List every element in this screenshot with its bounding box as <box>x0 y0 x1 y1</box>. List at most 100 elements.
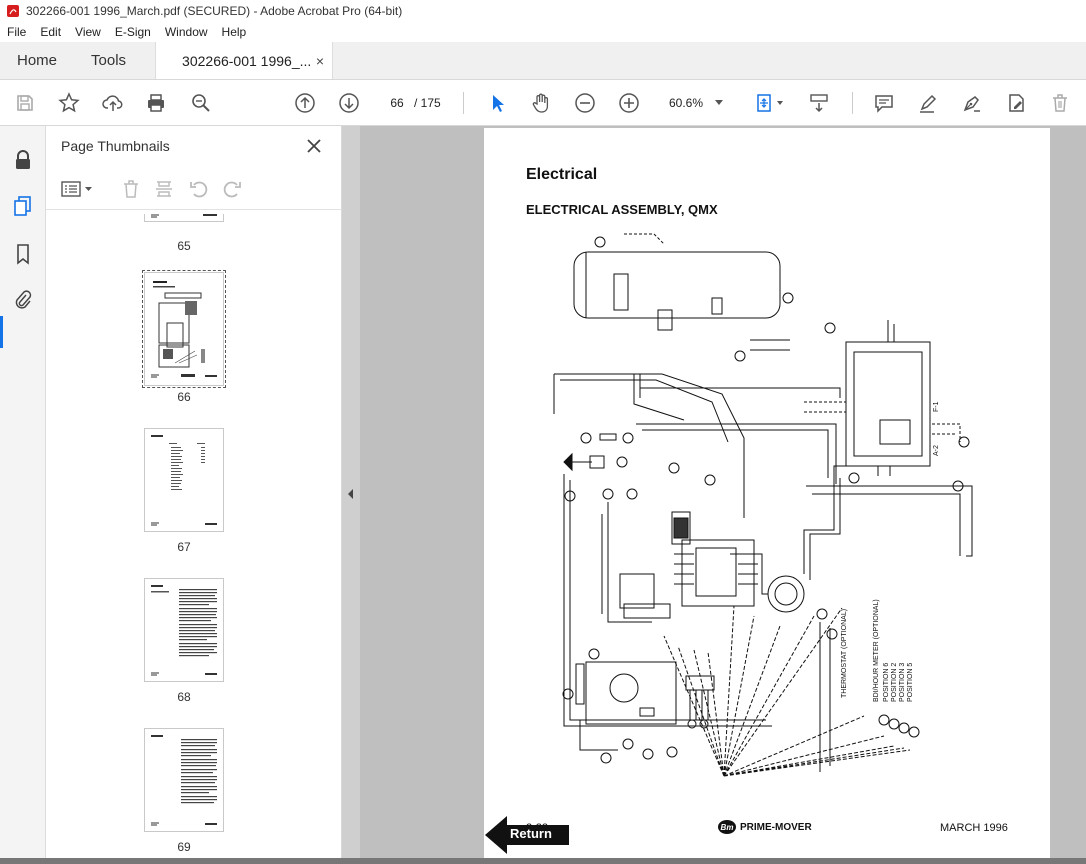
pen-highlight-icon <box>920 94 937 113</box>
print-button[interactable] <box>144 91 168 115</box>
hand-icon <box>532 93 549 113</box>
thumbnail-preview <box>151 214 217 218</box>
menu-window[interactable]: Window <box>158 25 215 39</box>
diagram-label-position: POSITION 5 <box>907 663 914 702</box>
thumbnail-preview <box>151 585 217 676</box>
zoom-in-button[interactable] <box>617 91 641 115</box>
active-rail-indicator <box>0 316 3 348</box>
previous-page-button[interactable] <box>293 91 317 115</box>
main-toolbar: 66 / 175 60.6% <box>0 80 1086 126</box>
zoom-search-icon <box>192 94 210 112</box>
zoom-level-value: 60.6% <box>669 96 704 110</box>
delete-button[interactable] <box>1048 91 1072 115</box>
tab-home[interactable]: Home <box>0 42 74 79</box>
tab-tools[interactable]: Tools <box>74 42 143 79</box>
close-icon <box>307 139 321 153</box>
thumbnail-options-button[interactable] <box>60 178 96 200</box>
next-page-button[interactable] <box>337 91 361 115</box>
cursor-arrow-icon <box>493 95 504 112</box>
scroll-down-icon <box>810 94 828 113</box>
extract-pages-icon <box>156 181 172 197</box>
thumbnail-page[interactable] <box>144 428 224 532</box>
document-viewer[interactable]: Electrical ELECTRICAL ASSEMBLY, QMX THER… <box>360 126 1086 864</box>
select-tool-button[interactable] <box>486 91 510 115</box>
thumbnail-preview <box>151 281 217 378</box>
panel-title: Page Thumbnails <box>61 138 170 154</box>
page-subheading: ELECTRICAL ASSEMBLY, QMX <box>526 202 718 217</box>
security-rail-button[interactable] <box>11 148 35 172</box>
sign-button[interactable] <box>960 91 984 115</box>
window-title: 302266-001 1996_March.pdf (SECURED) - Ad… <box>26 4 403 18</box>
brand-name: PRIME-MOVER <box>740 821 812 833</box>
fit-page-icon <box>757 94 783 112</box>
cloud-upload-icon <box>102 95 123 111</box>
comment-icon <box>875 95 893 113</box>
thumbnail-page[interactable] <box>144 214 224 222</box>
menu-edit[interactable]: Edit <box>33 25 68 39</box>
upload-button[interactable] <box>101 91 125 115</box>
thumbnail-label: 66 <box>177 390 191 404</box>
page-number-input[interactable]: 66 <box>382 91 412 115</box>
thumbnail-page[interactable] <box>144 578 224 682</box>
star-icon <box>58 92 80 113</box>
toolbar-divider <box>852 92 853 114</box>
delete-pages-button[interactable] <box>120 178 142 200</box>
thumbnail-page-selected[interactable] <box>142 270 226 388</box>
save-icon <box>17 95 33 111</box>
zoom-level-select[interactable]: 60.6% <box>661 91 727 115</box>
bookmarks-rail-button[interactable] <box>11 242 35 266</box>
tab-bar: Home Tools 302266-001 1996_... × <box>0 42 1086 80</box>
thumbnail-label: 68 <box>177 690 191 704</box>
return-link-label[interactable]: Return <box>510 826 552 841</box>
collapse-panel-icon <box>348 489 353 499</box>
page-thumbnails-rail-button[interactable] <box>11 194 35 218</box>
lock-icon <box>16 150 30 169</box>
panel-splitter[interactable] <box>342 126 360 864</box>
trash-icon <box>124 180 138 198</box>
rotate-right-icon <box>223 181 241 198</box>
rotate-left-icon <box>190 181 208 198</box>
thumbnail-label: 67 <box>177 540 191 554</box>
scroll-mode-button[interactable] <box>807 91 831 115</box>
menu-file[interactable]: File <box>0 25 33 39</box>
thumbnail-preview <box>151 735 217 826</box>
fountain-pen-icon <box>963 96 980 112</box>
close-tab-icon[interactable]: × <box>316 53 324 69</box>
highlight-button[interactable] <box>916 91 940 115</box>
hand-tool-button[interactable] <box>529 91 553 115</box>
zoom-out-button[interactable] <box>573 91 597 115</box>
comment-button[interactable] <box>872 91 896 115</box>
diagram-label-hour-meter: BDI/HOUR METER (OPTIONAL) <box>873 599 880 702</box>
bookmark-icon <box>17 244 29 265</box>
close-panel-button[interactable] <box>304 136 324 156</box>
menu-view[interactable]: View <box>68 25 108 39</box>
diagram-label-position: POSITION 3 <box>899 663 906 702</box>
arrow-up-circle-icon <box>295 93 315 113</box>
rotate-right-button[interactable] <box>221 178 243 200</box>
menu-bar: File Edit View E-Sign Window Help <box>0 22 1086 42</box>
tab-document[interactable]: 302266-001 1996_... × <box>155 42 334 79</box>
arrow-down-circle-icon <box>339 93 359 113</box>
printer-icon <box>148 94 164 112</box>
find-button[interactable] <box>189 91 213 115</box>
attachments-rail-button[interactable] <box>11 288 35 312</box>
menu-esign[interactable]: E-Sign <box>108 25 158 39</box>
rotate-left-button[interactable] <box>188 178 210 200</box>
page-heading: Electrical <box>526 166 598 183</box>
thumbnail-toolbar <box>46 170 342 210</box>
thumbnail-page[interactable] <box>144 728 224 832</box>
extract-pages-button[interactable] <box>153 178 175 200</box>
plus-circle-icon <box>619 93 639 113</box>
minus-circle-icon <box>575 93 595 113</box>
thumbnail-preview <box>151 435 217 526</box>
fill-sign-button[interactable] <box>1004 91 1028 115</box>
thumbnail-label: 65 <box>177 239 191 253</box>
diagram-label-thermostat: THERMOSTAT (OPTIONAL) <box>841 609 848 698</box>
caret-down-icon <box>715 100 723 105</box>
save-button[interactable] <box>13 91 37 115</box>
page-display-button[interactable] <box>752 91 788 115</box>
trash-icon <box>1053 94 1067 112</box>
diagram-label-a2: A-2 <box>933 445 940 456</box>
menu-help[interactable]: Help <box>215 25 254 39</box>
bookmark-star-button[interactable] <box>57 91 81 115</box>
